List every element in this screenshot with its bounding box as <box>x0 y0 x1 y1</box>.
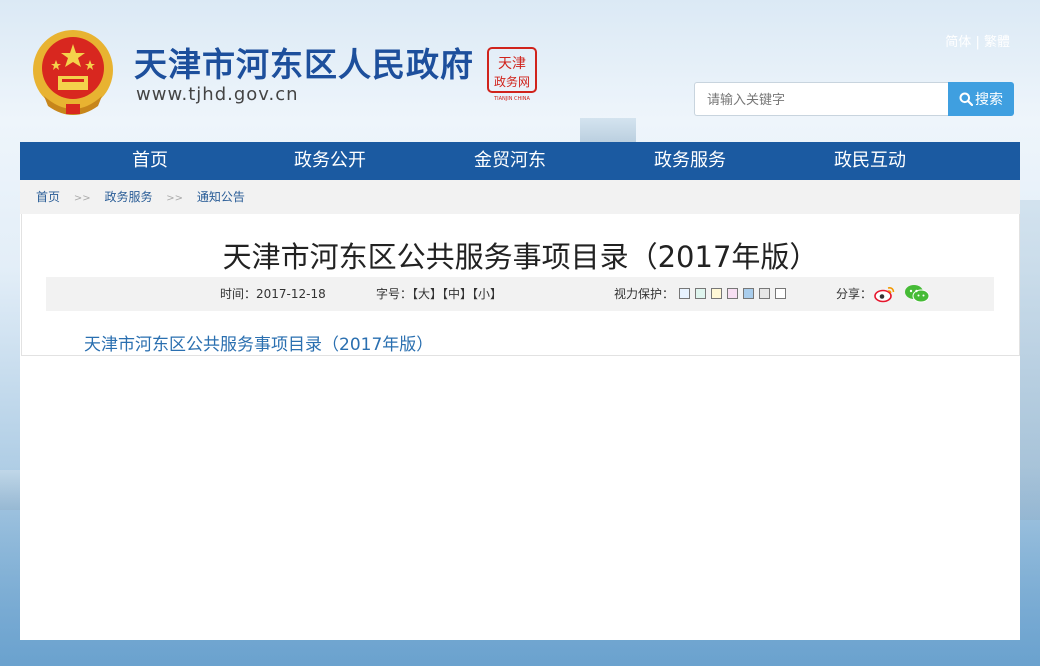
site-url: www.tjhd.gov.cn <box>136 84 299 105</box>
search-input[interactable] <box>694 82 961 116</box>
language-separator: | <box>975 35 980 50</box>
share-controls: 分享： <box>836 277 930 311</box>
language-switch: 简体 | 繁體 <box>945 31 1010 50</box>
nav-item-government-services[interactable]: 政务服务 <box>600 142 780 180</box>
font-size-small-button[interactable]: 【小】 <box>472 287 502 301</box>
vision-color-swatch-5[interactable] <box>743 288 755 299</box>
svg-text:TIANJIN CHINA: TIANJIN CHINA <box>493 96 530 102</box>
article-attachment-link[interactable]: 天津市河东区公共服务事项目录（2017年版） <box>84 330 433 355</box>
font-size-label: 字号： <box>376 287 413 301</box>
tianjin-seal-logo: 天津 政务网 TIANJIN CHINA <box>487 47 537 102</box>
publish-date: 时间：2017-12-18 <box>220 287 326 301</box>
wechat-icon[interactable] <box>904 284 930 304</box>
article: 天津市河东区公共服务事项目录（2017年版） 时间：2017-12-18 字号：… <box>21 214 1020 356</box>
search-button[interactable]: 搜索 <box>948 82 1014 116</box>
breadcrumb-home[interactable]: 首页 <box>36 190 60 204</box>
traditional-chinese-link[interactable]: 繁體 <box>984 35 1010 50</box>
nav-item-public-interaction[interactable]: 政民互动 <box>780 142 960 180</box>
breadcrumb-notices[interactable]: 通知公告 <box>197 190 245 204</box>
breadcrumb-separator: >> <box>166 193 184 204</box>
vision-color-swatch-7[interactable] <box>775 288 787 299</box>
article-title: 天津市河东区公共服务事项目录（2017年版） <box>222 240 819 274</box>
nav-item-home[interactable]: 首页 <box>60 142 240 180</box>
article-meta-bar: 时间：2017-12-18 字号：【大】【中】【小】 视力保护： 分享： <box>46 277 994 311</box>
vision-color-swatch-1[interactable] <box>679 288 691 299</box>
breadcrumb-government-services[interactable]: 政务服务 <box>104 190 152 204</box>
main-nav: 首页 政务公开 金贸河东 政务服务 政民互动 <box>20 142 1020 180</box>
weibo-icon[interactable] <box>874 285 896 303</box>
svg-text:政务网: 政务网 <box>494 74 530 89</box>
search-box: 搜索 <box>694 82 1014 116</box>
national-emblem-icon <box>33 30 113 115</box>
share-label: 分享： <box>836 287 873 301</box>
search-button-label: 搜索 <box>975 91 1003 107</box>
search-icon <box>959 92 973 106</box>
font-size-controls: 字号：【大】【中】【小】 <box>376 277 502 311</box>
vision-color-swatch-6[interactable] <box>759 288 771 299</box>
vision-color-swatch-4[interactable] <box>727 288 739 299</box>
font-size-medium-button[interactable]: 【中】 <box>442 287 472 301</box>
nav-item-government-affairs[interactable]: 政务公开 <box>240 142 420 180</box>
vision-color-swatch-3[interactable] <box>711 288 723 299</box>
content-area: 天津市河东区公共服务事项目录（2017年版） 时间：2017-12-18 字号：… <box>20 214 1020 640</box>
breadcrumb: 首页 >> 政务服务 >> 通知公告 <box>20 180 1020 214</box>
vision-protection: 视力保护： <box>614 277 787 311</box>
simplified-chinese-link[interactable]: 简体 <box>945 35 971 50</box>
breadcrumb-separator: >> <box>73 193 91 204</box>
site-header: 天津市河东区人民政府 www.tjhd.gov.cn 天津 政务网 TIANJI… <box>0 0 1040 142</box>
vision-protection-label: 视力保护： <box>614 287 675 301</box>
nav-item-jinmao-hedong[interactable]: 金贸河东 <box>420 142 600 180</box>
svg-text:天津: 天津 <box>498 56 526 72</box>
font-size-large-button[interactable]: 【大】 <box>412 287 442 301</box>
vision-color-swatch-2[interactable] <box>695 288 707 299</box>
site-title: 天津市河东区人民政府 <box>134 45 474 84</box>
